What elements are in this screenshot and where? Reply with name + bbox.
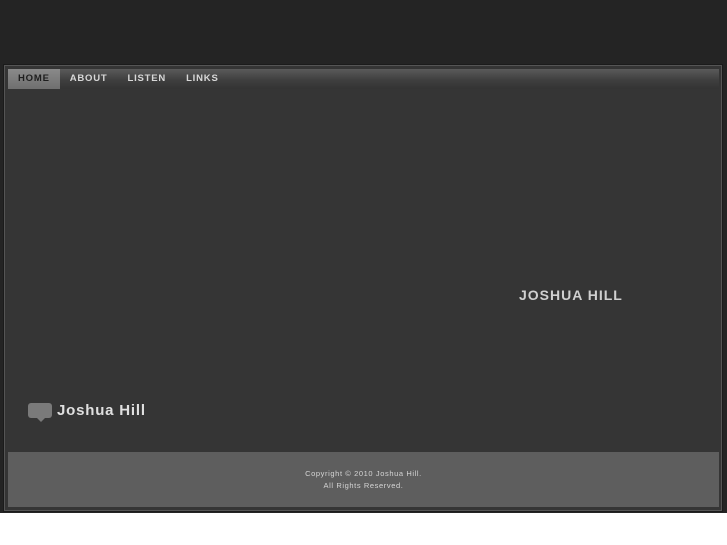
footer: Copyright © 2010 Joshua Hill. All Rights…	[8, 452, 719, 507]
speech-bubble-icon	[28, 403, 52, 422]
nav-home[interactable]: HOME	[8, 69, 60, 89]
page-title: JOSHUA HILL	[519, 287, 623, 303]
site-frame: HOME ABOUT LISTEN LINKS JOSHUA HILL Josh…	[4, 65, 722, 511]
rights-text: All Rights Reserved.	[323, 481, 404, 490]
logo-text: Joshua Hill	[57, 402, 146, 419]
copyright-text: Copyright © 2010 Joshua Hill.	[305, 469, 422, 478]
main-nav: HOME ABOUT LISTEN LINKS	[8, 69, 719, 89]
nav-links[interactable]: LINKS	[176, 69, 229, 89]
nav-listen[interactable]: LISTEN	[117, 69, 176, 89]
nav-about[interactable]: ABOUT	[60, 69, 118, 89]
logo[interactable]: Joshua Hill	[28, 402, 146, 422]
